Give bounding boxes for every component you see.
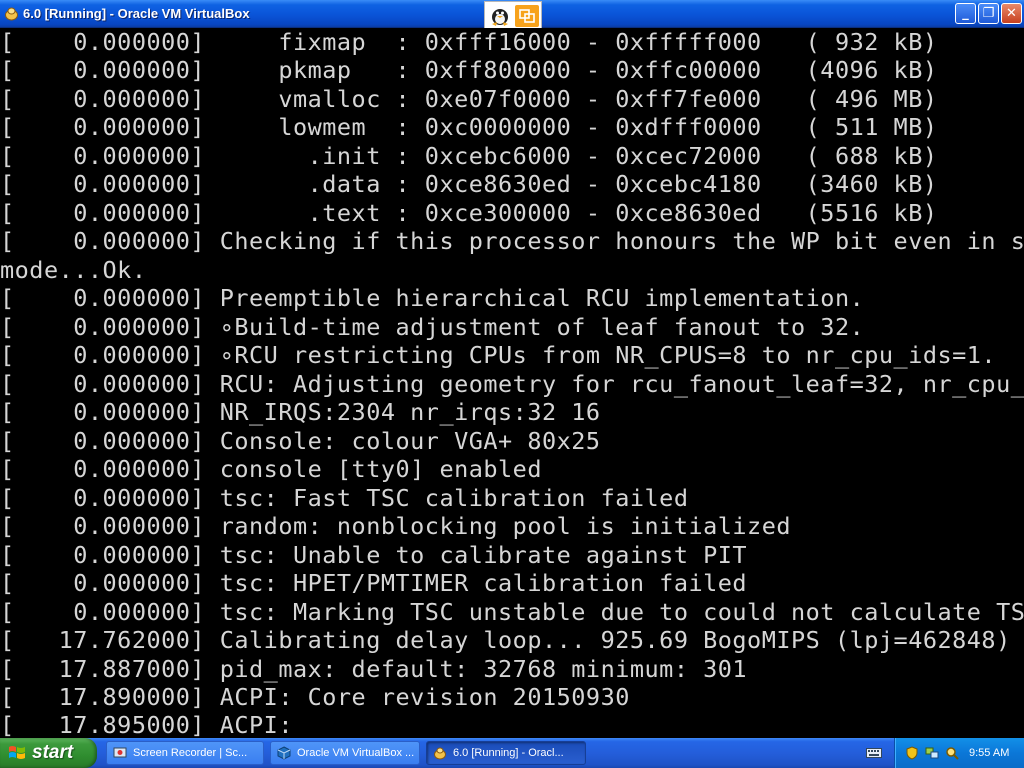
start-button[interactable]: start [0,738,97,768]
tux-icon[interactable] [488,5,512,27]
console-line: [ 17.887000] pid_max: default: 32768 min… [0,655,748,683]
console-line: [ 0.000000] Console: colour VGA+ 80x25 [0,427,601,455]
task-label: Oracle VM VirtualBox ... [297,747,415,759]
minimize-button[interactable]: _ [955,3,976,24]
screen-recorder-icon [113,747,127,758]
task-vm-running[interactable]: 6.0 [Running] - Oracl... [426,741,586,765]
task-label: 6.0 [Running] - Oracl... [453,747,564,759]
console-line: [ 0.000000] Checking if this processor h… [0,227,1024,255]
window-title-bar[interactable]: 6.0 [Running] - Oracle VM VirtualBox _ ❐… [0,0,1024,29]
console-line: [ 0.000000] tsc: Unable to calibrate aga… [0,541,748,569]
taskbar: start Screen Recorder | Sc... Oracle VM … [0,738,1024,768]
console-line: [ 0.000000] tsc: Fast TSC calibration fa… [0,484,689,512]
console-line: [ 0.000000] console [tty0] enabled [0,455,542,483]
close-button[interactable]: ✕ [1001,3,1022,24]
start-label: start [32,742,74,763]
search-icon[interactable] [945,746,959,760]
console-line: [ 0.000000] Preemptible hierarchical RCU… [0,284,865,312]
console-line: [ 17.890000] ACPI: Core revision 2015093… [0,683,630,711]
console-line: [ 0.000000] NR_IRQS:2304 nr_irqs:32 16 [0,398,601,426]
console-line: [ 17.895000] ACPI: [0,711,293,738]
keyboard-icon[interactable] [866,746,882,760]
console-line: [ 0.000000] ∘RCU restricting CPUs from N… [0,341,997,369]
console-line: [ 0.000000] ∘Build-time adjustment of le… [0,313,865,341]
vm-window-icon [5,7,18,21]
seamless-mode-icon[interactable] [515,5,539,27]
vm-console-screen[interactable]: [ 0.000000] fixmap : 0xfff16000 - 0xffff… [0,28,1024,738]
task-virtualbox-manager[interactable]: Oracle VM VirtualBox ... [270,741,420,765]
console-line: [ 0.000000] RCU: Adjusting geometry for … [0,370,1024,398]
vm-running-icon [434,747,446,760]
console-line: [ 0.000000] lowmem : 0xc0000000 - 0xdfff… [0,113,938,141]
security-shield-icon[interactable] [905,746,919,760]
console-line: [ 0.000000] tsc: Marking TSC unstable du… [0,598,1024,626]
virtualbox-icon [277,746,291,760]
console-line: [ 0.000000] fixmap : 0xfff16000 - 0xffff… [0,28,938,56]
maximize-button[interactable]: ❐ [978,3,999,24]
network-icon[interactable] [925,746,939,760]
window-title: 6.0 [Running] - Oracle VM VirtualBox [23,6,250,21]
console-line: [ 0.000000] tsc: HPET/PMTIMER calibratio… [0,569,748,597]
task-label: Screen Recorder | Sc... [133,747,248,759]
console-line: [ 0.000000] .init : 0xcebc6000 - 0xcec72… [0,142,938,170]
console-line: [ 0.000000] random: nonblocking pool is … [0,512,792,540]
clock[interactable]: 9:55 AM [969,738,1009,768]
console-line: [ 0.000000] pkmap : 0xff800000 - 0xffc00… [0,56,938,84]
console-line: [ 0.000000] .text : 0xce300000 - 0xce863… [0,199,938,227]
console-line: [ 0.000000] .data : 0xce8630ed - 0xcebc4… [0,170,938,198]
console-line: [ 17.762000] Calibrating delay loop... 9… [0,626,1011,654]
system-tray: 9:55 AM [894,738,1024,768]
windows-logo-icon [9,746,25,759]
console-line: mode...Ok. [0,256,147,284]
vm-mini-toolbar [484,1,542,29]
console-line: [ 0.000000] vmalloc : 0xe07f0000 - 0xff7… [0,85,938,113]
task-screen-recorder[interactable]: Screen Recorder | Sc... [106,741,264,765]
